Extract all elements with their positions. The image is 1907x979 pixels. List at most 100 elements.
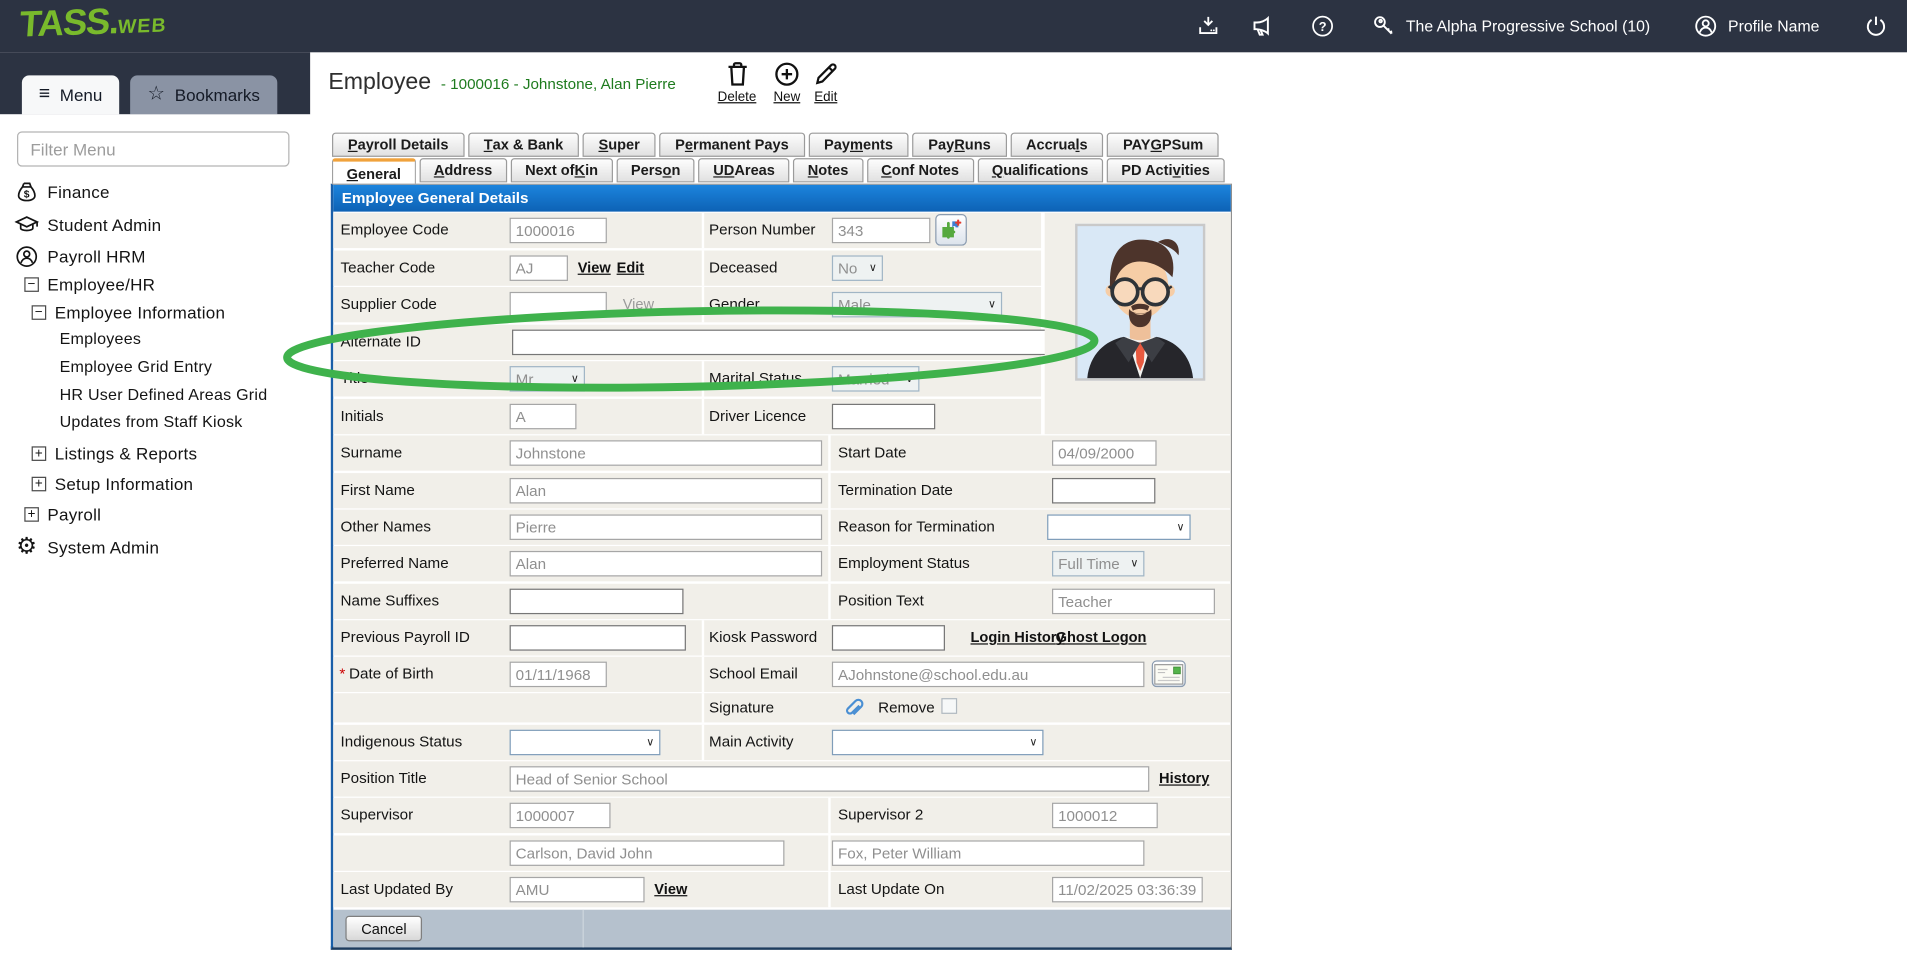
tab-general[interactable]: General [332,158,416,185]
chevron-down-icon: ∨ [1177,522,1185,533]
help-icon[interactable]: ? [1309,12,1338,41]
marital-status-select[interactable]: Married ∨ [832,366,920,392]
announcements-icon[interactable] [1248,12,1277,41]
ghost-logon-link[interactable]: Ghost Logon [1056,629,1147,646]
supervisor-input[interactable] [510,803,611,829]
community-link-button[interactable] [935,214,967,246]
field-label: Position Title [341,770,427,787]
sidebar-item-listings-reports[interactable]: + Listings & Reports [32,444,198,463]
sidebar-item-system-admin[interactable]: ⚙ System Admin [15,535,160,559]
indigenous-status-select[interactable]: ∨ [510,730,661,756]
name-suffixes-input[interactable] [510,589,684,615]
tab-payments[interactable]: Payments [808,133,909,157]
signature-remove-checkbox[interactable] [941,698,957,714]
required-asterisk: * [339,665,345,682]
supervisor2-name-input[interactable] [832,840,1145,866]
sidebar-item-employee-hr[interactable]: − Employee/HR [24,275,155,294]
tab-payroll-details[interactable]: Payroll Details [332,133,464,157]
tab-ud-areas[interactable]: UD Areas [699,158,790,182]
filter-menu-input[interactable] [17,131,289,166]
supervisor-name-input[interactable] [510,840,785,866]
last-updated-view-link[interactable]: View [654,881,687,898]
panel-header: Employee General Details [333,185,1231,212]
teacher-code-view-link[interactable]: View [578,259,611,276]
tab-address[interactable]: Address [419,158,507,182]
form-row: Position Title History [333,761,1231,796]
other-names-input[interactable] [510,514,823,540]
sidebar-item-payroll[interactable]: + Payroll [24,505,101,524]
edit-button[interactable]: Edit [800,60,851,105]
tab-accruals[interactable]: Accruals [1010,133,1103,157]
tab-payg-psum[interactable]: PAYG PSum [1107,133,1219,157]
tab-permanent-pays[interactable]: Permanent Pays [659,133,804,157]
tab-menu[interactable]: ≡ Menu [22,75,119,114]
date-of-birth-input[interactable] [510,662,607,688]
profile-menu[interactable]: Profile Name [1692,12,1820,41]
email-icon[interactable] [1152,660,1186,687]
last-update-on-input[interactable] [1052,877,1203,903]
form-row: Last Updated By View Last Update On [333,872,1231,907]
termination-date-input[interactable] [1052,478,1155,504]
login-history-link[interactable]: Login History [971,629,1065,646]
position-title-history-link[interactable]: History [1159,770,1209,787]
person-number-input[interactable] [832,218,931,244]
sidebar-item-finance[interactable]: $ Finance [15,180,110,204]
title-select[interactable]: Mr ∨ [510,366,585,392]
teacher-code-input[interactable] [510,255,568,281]
sidebar-item-student-admin[interactable]: Student Admin [15,213,162,237]
teacher-code-edit-link[interactable]: Edit [617,259,645,276]
tab-notes[interactable]: Notes [793,158,863,182]
alternate-id-input[interactable] [512,330,1047,356]
download-icon[interactable] [1194,12,1223,41]
first-name-input[interactable] [510,478,823,504]
position-text-input[interactable] [1052,589,1215,615]
kiosk-password-input[interactable] [832,625,945,651]
reason-for-termination-select[interactable]: ∨ [1047,514,1191,540]
sidebar-item-hr-user-defined-areas-grid[interactable]: HR User Defined Areas Grid [60,386,268,404]
sidebar-item-updates-from-staff-kiosk[interactable]: Updates from Staff Kiosk [60,412,243,430]
school-email-input[interactable] [832,662,1145,688]
delete-button[interactable]: Delete [711,60,762,105]
school-selector[interactable]: The Alpha Progressive School (10) [1369,12,1650,41]
tab-qualifications[interactable]: Qualifications [977,158,1103,182]
surname-input[interactable] [510,440,823,466]
supervisor2-input[interactable] [1052,803,1158,829]
sidebar-item-setup-information[interactable]: + Setup Information [32,474,194,493]
sidebar: $ Finance Student Admin Payroll HRM − Em… [0,114,310,979]
preferred-name-input[interactable] [510,551,823,577]
employment-status-select[interactable]: Full Time ∨ [1052,551,1144,577]
tab-bookmarks[interactable]: ☆ Bookmarks [130,75,277,114]
tab-super[interactable]: Super [583,133,656,157]
main-activity-select[interactable]: ∨ [832,730,1044,756]
tab-conf-notes[interactable]: Conf Notes [867,158,974,182]
deceased-select[interactable]: No ∨ [832,255,883,281]
sidebar-item-employee-grid-entry[interactable]: Employee Grid Entry [60,358,213,376]
field-label: First Name [341,482,415,499]
field-label: Kiosk Password [709,629,817,646]
tab-next-of-kin[interactable]: Next of Kin [510,158,612,182]
expand-icon[interactable]: + [32,446,47,461]
cancel-button[interactable]: Cancel [345,916,422,942]
collapse-icon[interactable]: − [24,277,39,292]
supplier-code-input[interactable] [510,292,607,318]
expand-icon[interactable]: + [32,477,47,492]
sidebar-item-payroll-hrm[interactable]: Payroll HRM [15,244,146,268]
previous-payroll-id-input[interactable] [510,625,686,651]
sidebar-item-employees[interactable]: Employees [60,330,142,348]
paperclip-icon[interactable] [842,697,864,719]
start-date-input[interactable] [1052,440,1157,466]
position-title-input[interactable] [510,766,1150,792]
driver-licence-input[interactable] [832,404,935,430]
initials-input[interactable] [510,404,577,430]
tab-pay-runs[interactable]: Pay Runs [912,133,1006,157]
expand-icon[interactable]: + [24,507,39,522]
employee-code-input[interactable] [510,218,607,244]
sidebar-item-employee-information[interactable]: − Employee Information [32,303,226,322]
collapse-icon[interactable]: − [32,305,47,320]
logout-power-icon[interactable] [1861,12,1890,41]
last-updated-by-input[interactable] [510,877,645,903]
tab-pd-activities[interactable]: PD Activities [1107,158,1225,182]
gender-select[interactable]: Male ∨ [832,292,1002,318]
tab-tax-bank[interactable]: Tax & Bank [468,133,579,157]
tab-person[interactable]: Person [616,158,695,182]
